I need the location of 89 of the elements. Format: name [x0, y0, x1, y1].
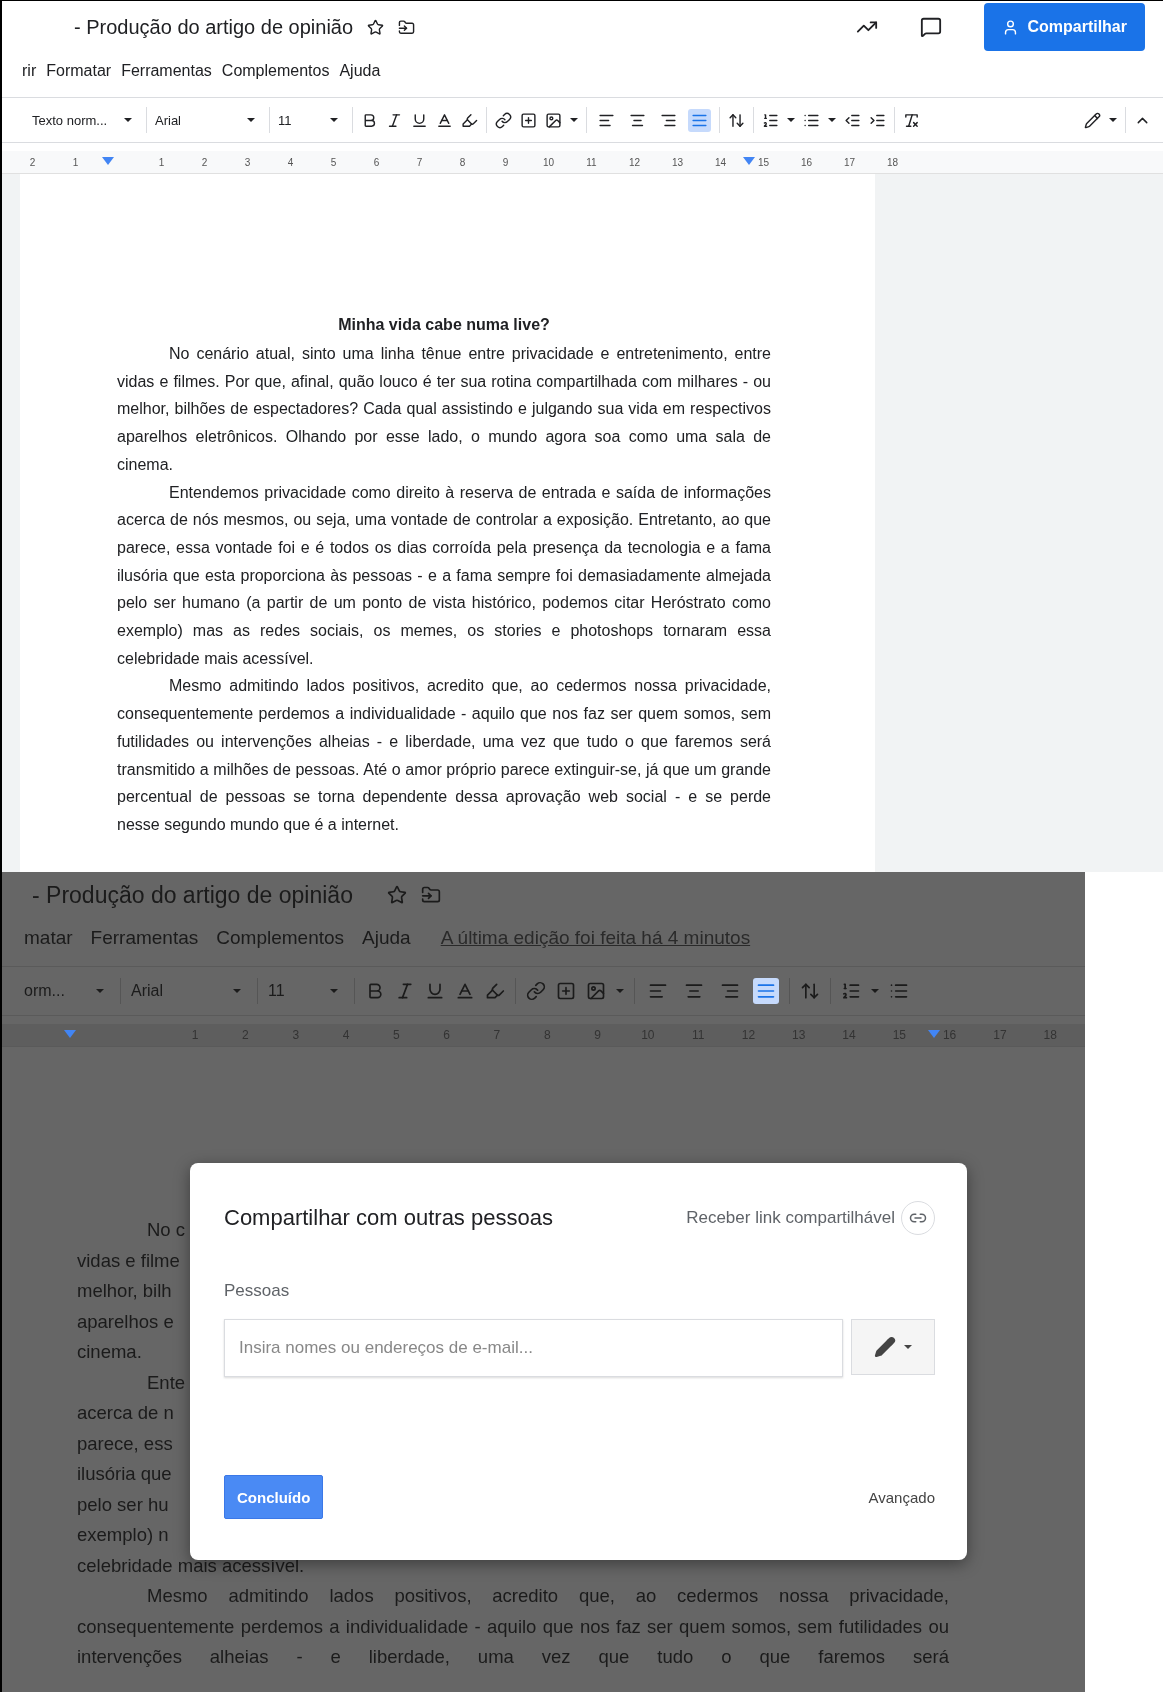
numbered-list-icon[interactable]: [762, 111, 779, 129]
italic-icon[interactable]: [386, 111, 403, 129]
font-dropdown[interactable]: Arial: [155, 112, 261, 128]
ruler-number: 5: [330, 156, 337, 168]
image-icon[interactable]: [545, 111, 562, 129]
indent-marker-icon[interactable]: [102, 157, 114, 165]
paragraph: No cenário atual, sinto uma linha tênue entre privacidade e entretenimento, entre vidas e filmes. Por que, afinal, quão louco é ter sua rotina compartilhada com milhares - ou melhor, bilhões de espectadores? Cada qual assistindo e julgando sua vida em respectivos aparelhos eletrônicos. Olhando por esse lado, o mundo agora soa como uma sala de cinema.: [117, 344, 771, 475]
permission-button[interactable]: [851, 1319, 935, 1375]
caret-icon: [570, 118, 578, 122]
text-line: ilusória que: [77, 1463, 172, 1484]
ruler-number: 4: [287, 156, 294, 168]
text-line: aparelhos e: [77, 1310, 174, 1332]
caret-icon: [787, 118, 795, 122]
document-heading: Minha vida cabe numa live?: [337, 315, 551, 335]
dialog-title: Compartilhar com outras pessoas: [224, 1205, 553, 1231]
font-size-dropdown[interactable]: 11: [278, 112, 344, 128]
indent-marker-icon[interactable]: [928, 1030, 940, 1038]
text-line: celebridade mais acessível.: [77, 1554, 305, 1576]
text-line: pelo ser hu: [77, 1493, 169, 1515]
text-line: No c: [147, 1219, 186, 1240]
caret-icon: [616, 989, 624, 993]
star-icon[interactable]: [367, 18, 385, 36]
share-button[interactable]: Compartilhar: [984, 3, 1145, 51]
ruler-number: 16: [800, 156, 813, 168]
clear-formatting-icon[interactable]: [903, 111, 920, 129]
caret-icon: [330, 118, 338, 122]
text-color-icon[interactable]: [455, 981, 475, 1001]
paragraph: Mesmo admitindo lados positivos, acredito que, ao cedermos nossa privacidade, consequentemente perdemos a individualidade - aquilo que nos faz ser quem somos, sem futilidades ou intervenções alheias - e liberdade, uma vez que tudo o que faremos será: [77, 1584, 949, 1669]
folder-icon[interactable]: [398, 18, 416, 36]
underline-icon[interactable]: [411, 111, 428, 129]
ruler-number: 2: [201, 156, 208, 168]
pencil-icon[interactable]: [1084, 111, 1101, 129]
caret-icon: [233, 989, 241, 993]
ruler-number: 9: [502, 156, 509, 168]
text-line: cinema.: [77, 1341, 142, 1362]
ruler-number: 11: [586, 156, 597, 168]
ruler-number: 2: [29, 156, 36, 168]
document-title[interactable]: - Produção do artigo de opinião: [74, 15, 354, 39]
style-dropdown[interactable]: Texto norm...: [32, 112, 138, 128]
ruler-number: 15: [757, 156, 770, 168]
caret-icon: [904, 1345, 912, 1349]
ruler-number: 1: [158, 156, 165, 168]
menu-item[interactable]: Complementos: [221, 62, 330, 80]
paragraph: Entendemos privacidade como direito à reserva de entrada e saída de informações acerca de nós mesmos, ou seja, uma vontade de controlar a exposição. Entretanto, ao que parece, essa vontade foi e é todos os dias corroída pela presença da tecnologia e a fama ilusória que esta proporciona às pessoas - e a fama sempre foi demasiadamente almejada pelo ser humano (a partir de um ponto de vista histórico, podemos citar Heróstrato como exemplo) mas as redes sociais, os memes, os stories e photoshops tornaram essa celebridade mais acessível.: [117, 482, 771, 669]
people-label: Pessoas: [224, 1281, 291, 1301]
ruler-number: 8: [459, 156, 466, 168]
advanced-link[interactable]: Avançado: [868, 1488, 935, 1506]
caret-icon: [247, 118, 255, 122]
text-line: melhor, bilh: [77, 1280, 172, 1301]
ruler-number: 13: [671, 156, 684, 168]
menu-item[interactable]: Ferramentas: [121, 62, 212, 80]
comment-icon[interactable]: [920, 16, 943, 38]
menu-item[interactable]: Ajuda: [339, 62, 381, 80]
highlighter-icon[interactable]: [461, 111, 478, 129]
text-color-icon[interactable]: [436, 111, 453, 129]
caret-icon: [828, 118, 836, 122]
caret-icon: [871, 989, 879, 993]
link-icon[interactable]: [495, 111, 512, 129]
done-button[interactable]: Concluído: [224, 1475, 324, 1519]
text-line: Ente: [147, 1371, 186, 1393]
ruler-number: 6: [373, 156, 380, 168]
pencil-icon: [874, 1336, 896, 1358]
ruler-number: 10: [542, 156, 555, 168]
ruler-number: 17: [843, 156, 856, 168]
menu-item[interactable]: Formatar: [46, 62, 112, 80]
ruler-number: 1: [72, 156, 79, 168]
align-justify-icon[interactable]: [756, 981, 776, 1001]
text-line: parece, ess: [77, 1432, 173, 1454]
ruler-number: 18: [886, 156, 899, 168]
line-spacing-icon[interactable]: [728, 111, 745, 129]
caret-icon: [124, 118, 132, 122]
indent-marker-icon[interactable]: [743, 157, 755, 165]
text-line: vidas e filme: [77, 1249, 180, 1271]
caret-icon: [1109, 118, 1117, 122]
text-line: exemplo) n: [77, 1524, 169, 1545]
plus-box-icon[interactable]: [520, 111, 537, 129]
caret-icon: [96, 989, 104, 993]
email-input-field[interactable]: Insira nomes ou endereços de e-mail...: [224, 1319, 843, 1377]
ruler-number: 14: [714, 156, 727, 168]
share-link[interactable]: Receber link compartilhável: [686, 1201, 935, 1235]
ruler-number: 12: [628, 156, 641, 168]
text-line: acerca de n: [77, 1402, 174, 1423]
caret-icon: [330, 989, 338, 993]
ruler-number: 3: [244, 156, 251, 168]
ruler-number: 7: [416, 156, 423, 168]
star-icon[interactable]: [386, 885, 407, 905]
paragraph: Mesmo admitindo lados positivos, acredito que, ao cedermos nossa privacidade, consequentemente perdemos a individualidade - aquilo que nos faz ser quem somos, sem futilidades ou intervenções alheias - e liberdade, uma vez que tudo o que faremos será transmitido a milhões de pessoas. Até o amor próprio parece extinguir-se, já que um grande percentual de pessoas se torna dependente dessa aprovação web social - e se perde nesse segundo mundo que é a internet.: [117, 676, 771, 835]
menu-item[interactable]: rir: [22, 62, 37, 80]
indent-marker-icon[interactable]: [64, 1030, 76, 1038]
